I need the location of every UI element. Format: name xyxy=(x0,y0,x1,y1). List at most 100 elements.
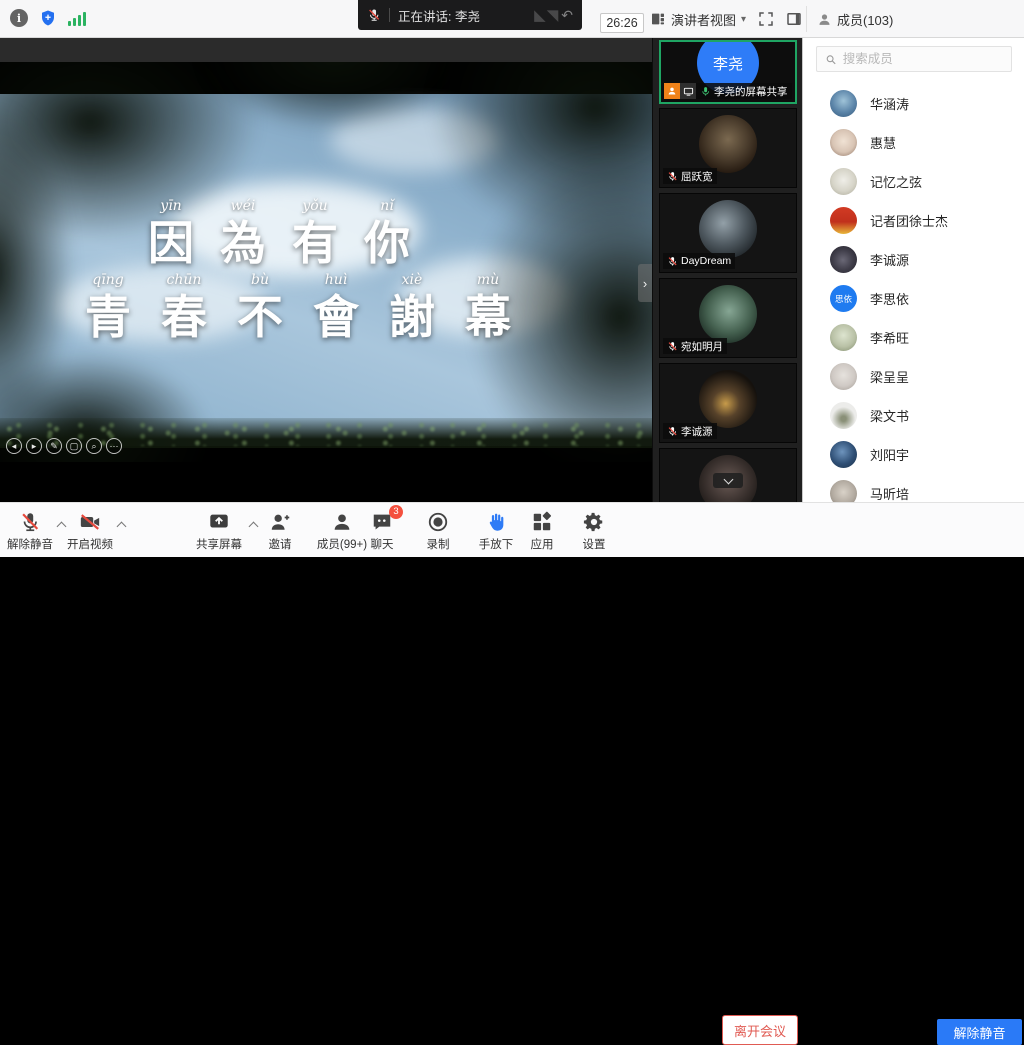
avatar xyxy=(830,480,857,502)
avatar xyxy=(830,129,857,156)
shared-video-content: yīn因 wéi為 yǒu有 nǐ你 qīng青 chūn春 bù不 huì會 … xyxy=(0,62,652,462)
collapse-thumbnails-tab[interactable]: › xyxy=(638,264,652,302)
member-row[interactable]: 思依李思依 xyxy=(803,279,1024,318)
share-screen-button[interactable]: 共享屏幕 xyxy=(184,510,254,552)
member-name: 梁文书 xyxy=(870,406,909,425)
members-panel-header: 成员(103) xyxy=(817,10,893,29)
member-name: 华涵涛 xyxy=(870,94,909,113)
pen-icon[interactable]: ✎ xyxy=(46,438,62,454)
record-icon xyxy=(427,511,449,533)
chat-unread-badge: 3 xyxy=(389,505,403,519)
start-video-button[interactable]: 开启视频 xyxy=(55,510,125,552)
member-row[interactable]: 李希旺 xyxy=(803,318,1024,357)
avatar xyxy=(699,115,757,173)
chevron-down-icon xyxy=(723,474,733,484)
participant-name: 屈跃宽 xyxy=(681,169,713,184)
invite-button[interactable]: 邀请 xyxy=(245,510,315,552)
member-row[interactable]: 刘阳宇 xyxy=(803,435,1024,474)
member-name: 记忆之弦 xyxy=(870,172,922,191)
more-options-icon[interactable]: ⋯ xyxy=(106,438,122,454)
participant-name: 李诚源 xyxy=(681,424,713,439)
thumbnail-participant[interactable]: 宛如明月 xyxy=(659,278,797,358)
members-panel: 华涵涛 惠慧 记忆之弦 记者团徐士杰 李诚源 思依李思依 李希旺 梁呈呈 梁文书… xyxy=(802,38,1024,502)
search-icon xyxy=(825,53,837,66)
settings-button[interactable]: 设置 xyxy=(559,510,629,552)
side-panel-layout-icon[interactable] xyxy=(785,10,803,28)
avatar xyxy=(830,207,857,234)
muted-mic-icon xyxy=(367,8,381,22)
unmute-primary-button[interactable]: 解除静音 xyxy=(937,1019,1022,1045)
undo-arrow-icon: ↶ xyxy=(561,7,573,24)
members-count-label: 成员(103) xyxy=(837,10,893,29)
participant-thumbnails-strip: 李尧 李尧的屏幕共享 屈跃宽 xyxy=(652,38,802,502)
thumbnail-participant[interactable]: 李诚源 xyxy=(659,363,797,443)
watermark-icons: ◣ ◥ ↶ xyxy=(534,6,573,24)
participant-name: DayDream xyxy=(681,255,731,267)
share-screen-icon xyxy=(207,511,231,533)
avatar xyxy=(699,370,757,428)
lyric-char: yīn因 xyxy=(145,198,197,270)
leave-meeting-button[interactable]: 离开会议 xyxy=(722,1015,798,1045)
participant-name: 宛如明月 xyxy=(681,339,723,354)
lyric-char: xiè謝 xyxy=(386,272,438,344)
member-list: 华涵涛 惠慧 记忆之弦 记者团徐士杰 李诚源 思依李思依 李希旺 梁呈呈 梁文书… xyxy=(803,84,1024,502)
muted-mic-icon xyxy=(667,426,678,437)
raised-hand-icon xyxy=(485,511,507,533)
member-row[interactable]: 记忆之弦 xyxy=(803,162,1024,201)
avatar xyxy=(830,168,857,195)
thumbnail-participant[interactable]: 屈跃宽 xyxy=(659,108,797,188)
watermark-shape-icon: ◥ xyxy=(547,6,559,24)
bottom-toolbar: 解除静音 开启视频 共享屏幕 邀请 成员(99+) 3 聊天 xyxy=(0,502,1024,557)
thumbnail-participant-partial[interactable] xyxy=(659,448,797,502)
member-name: 李希旺 xyxy=(870,328,909,347)
meeting-security-shield-icon[interactable] xyxy=(39,9,57,27)
thumbnail-active-speaker[interactable]: 李尧 李尧的屏幕共享 xyxy=(659,40,797,104)
member-row[interactable]: 马昕培 xyxy=(803,474,1024,502)
member-row[interactable]: 梁文书 xyxy=(803,396,1024,435)
avatar xyxy=(830,441,857,468)
member-row[interactable]: 华涵涛 xyxy=(803,84,1024,123)
member-name: 马昕培 xyxy=(870,484,909,502)
scroll-thumbnails-down-button[interactable] xyxy=(713,473,743,488)
member-name: 惠慧 xyxy=(870,133,896,152)
lyric-char: yǒu有 xyxy=(289,198,341,270)
fullscreen-icon[interactable] xyxy=(757,10,775,28)
lyric-char: mù幕 xyxy=(462,272,514,344)
avatar xyxy=(699,285,757,343)
muted-mic-icon xyxy=(19,511,41,533)
next-arrow-icon[interactable]: ▸ xyxy=(26,438,42,454)
speaking-status-label: 正在讲话: 李尧 xyxy=(398,6,480,25)
magnifier-icon[interactable]: ⌕ xyxy=(86,438,102,454)
avatar xyxy=(699,200,757,258)
member-row[interactable]: 李诚源 xyxy=(803,240,1024,279)
active-mic-icon xyxy=(700,86,711,97)
avatar xyxy=(830,90,857,117)
view-mode-dropdown[interactable]: 演讲者视图 ▾ xyxy=(650,9,746,29)
prev-arrow-icon[interactable]: ◂ xyxy=(6,438,22,454)
search-input[interactable] xyxy=(843,52,1003,66)
screenshot-icon[interactable]: ▢ xyxy=(66,438,82,454)
meeting-info-icon[interactable]: i xyxy=(10,9,28,27)
member-search-box[interactable] xyxy=(816,46,1012,72)
member-row[interactable]: 记者团徐士杰 xyxy=(803,201,1024,240)
view-mode-label: 演讲者视图 xyxy=(671,10,736,29)
top-bar: i 正在讲话: 李尧 ◣ ◥ ↶ 26:26 演讲者视图 ▾ xyxy=(0,0,1024,38)
lyric-char: bù不 xyxy=(234,272,286,344)
muted-mic-icon xyxy=(667,171,678,182)
thumbnail-participant[interactable]: DayDream xyxy=(659,193,797,273)
avatar xyxy=(830,246,857,273)
muted-mic-icon xyxy=(667,341,678,352)
member-row[interactable]: 梁呈呈 xyxy=(803,357,1024,396)
member-name: 李思依 xyxy=(870,289,909,308)
member-row[interactable]: 惠慧 xyxy=(803,123,1024,162)
shared-screen-stage: yīn因 wéi為 yǒu有 nǐ你 qīng青 chūn春 bù不 huì會 … xyxy=(0,38,652,502)
person-icon xyxy=(817,12,832,27)
divider xyxy=(389,8,390,22)
member-name: 刘阳宇 xyxy=(870,445,909,464)
topbar-status-icons: i xyxy=(10,9,86,27)
speaker-view-icon xyxy=(650,11,666,27)
network-signal-icon[interactable] xyxy=(68,10,86,26)
screen-share-badge-icon xyxy=(680,83,696,99)
camera-off-icon xyxy=(78,511,102,533)
member-name: 李诚源 xyxy=(870,250,909,269)
